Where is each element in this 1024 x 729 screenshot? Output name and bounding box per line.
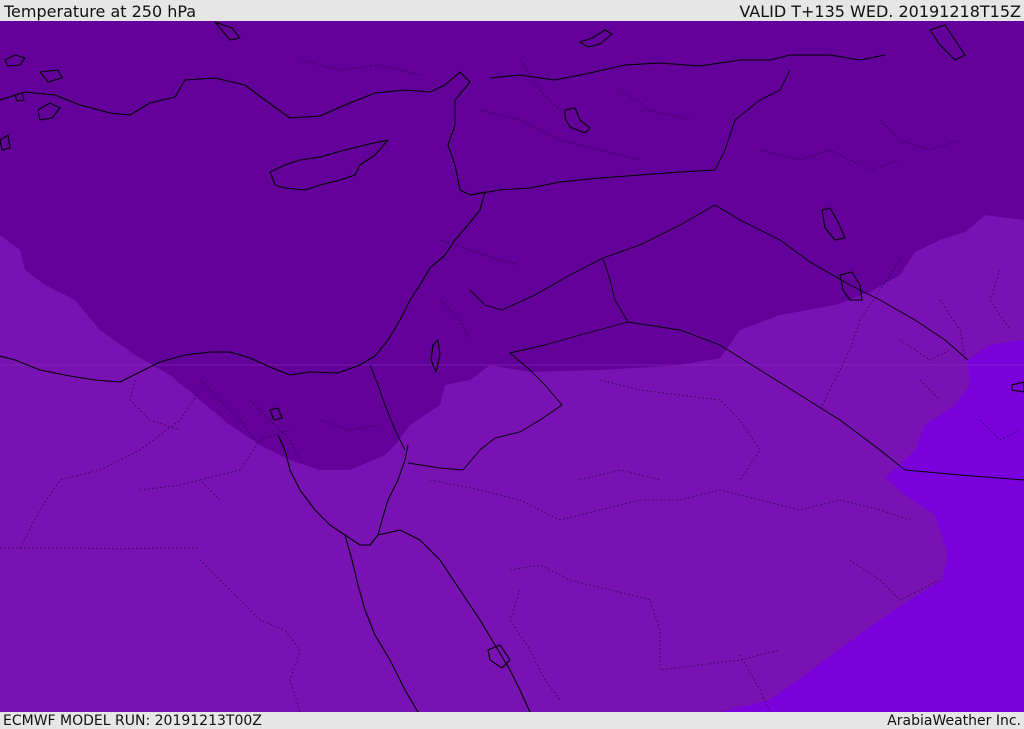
map-page: Temperature at 250 hPa VALID T+135 WED. … bbox=[0, 0, 1024, 729]
map-title: Temperature at 250 hPa bbox=[4, 2, 197, 21]
map-canvas bbox=[0, 21, 1024, 712]
weather-map bbox=[0, 21, 1024, 712]
footer-bar: ECMWF MODEL RUN: 20191213T00Z ArabiaWeat… bbox=[0, 712, 1024, 729]
header-bar: Temperature at 250 hPa VALID T+135 WED. … bbox=[0, 0, 1024, 21]
credit-text: ArabiaWeather Inc. bbox=[887, 713, 1021, 729]
valid-time: VALID T+135 WED. 20191218T15Z bbox=[739, 2, 1021, 21]
model-run: ECMWF MODEL RUN: 20191213T00Z bbox=[3, 713, 262, 729]
